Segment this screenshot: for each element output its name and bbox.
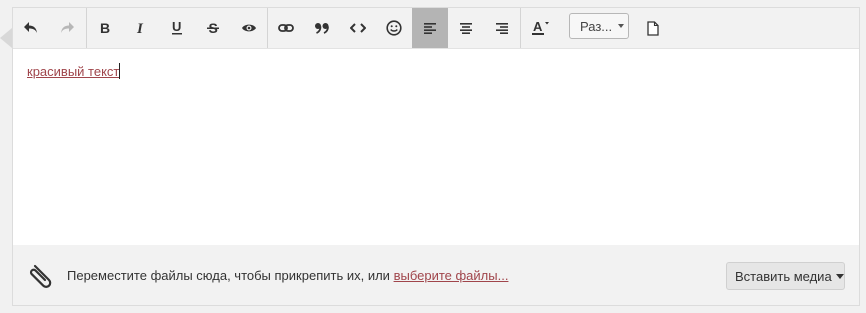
italic-button[interactable]: I <box>123 8 159 48</box>
align-center-icon <box>459 22 473 34</box>
strikethrough-button[interactable]: S <box>195 8 231 48</box>
align-left-icon <box>423 22 437 34</box>
corner-decoration <box>0 28 12 48</box>
svg-text:U: U <box>172 20 181 34</box>
svg-text:B: B <box>100 21 110 35</box>
content-paragraph: красивый текст <box>27 63 121 80</box>
bold-icon: B <box>99 21 111 35</box>
insert-media-label: Вставить медиа <box>735 268 832 284</box>
smiley-button[interactable] <box>376 8 412 48</box>
rich-text-editor: B I U S A Раз... красивый текст Перемест… <box>12 7 860 306</box>
text-cursor <box>119 63 121 79</box>
align-left-button[interactable] <box>412 8 448 48</box>
page-button[interactable] <box>635 8 671 48</box>
caret-down-icon <box>835 273 844 279</box>
smiley-icon <box>386 20 402 36</box>
drop-hint: Переместите файлы сюда, чтобы прикрепить… <box>67 268 508 283</box>
align-center-button[interactable] <box>448 8 484 48</box>
chevron-down-icon <box>618 24 625 28</box>
attachment-bar: Переместите файлы сюда, чтобы прикрепить… <box>13 245 859 305</box>
eye-icon <box>241 22 257 34</box>
choose-files-link[interactable]: выберите файлы... <box>394 268 509 283</box>
code-button[interactable] <box>340 8 376 48</box>
redo-icon <box>59 21 75 35</box>
svg-text:A: A <box>533 19 543 34</box>
drop-hint-text: Переместите файлы сюда, чтобы прикрепить… <box>67 268 390 283</box>
preview-button[interactable] <box>231 8 267 48</box>
undo-icon <box>23 21 39 35</box>
code-icon <box>350 22 366 34</box>
quote-button[interactable] <box>304 8 340 48</box>
quote-icon <box>314 22 330 34</box>
link-button[interactable] <box>268 8 304 48</box>
editor-content-area[interactable]: красивый текст <box>13 49 859 245</box>
content-link[interactable]: красивый текст <box>27 64 119 79</box>
underline-icon: U <box>171 20 183 36</box>
strikethrough-icon: S <box>207 21 219 35</box>
paperclip-icon <box>27 261 55 294</box>
text-color-button[interactable]: A <box>521 8 561 48</box>
editor-toolbar: B I U S A Раз... <box>13 8 859 49</box>
text-color-icon: A <box>530 19 552 37</box>
font-size-label: Раз... <box>580 18 613 34</box>
link-icon <box>278 23 294 33</box>
italic-icon: I <box>135 21 147 35</box>
align-right-button[interactable] <box>484 8 520 48</box>
underline-button[interactable]: U <box>159 8 195 48</box>
insert-media-button[interactable]: Вставить медиа <box>726 262 845 290</box>
svg-text:I: I <box>136 21 144 35</box>
bold-button[interactable]: B <box>87 8 123 48</box>
font-size-select[interactable]: Раз... <box>569 13 629 39</box>
page-icon <box>647 20 659 36</box>
undo-button[interactable] <box>13 8 49 48</box>
redo-button[interactable] <box>49 8 85 48</box>
align-right-icon <box>495 22 509 34</box>
